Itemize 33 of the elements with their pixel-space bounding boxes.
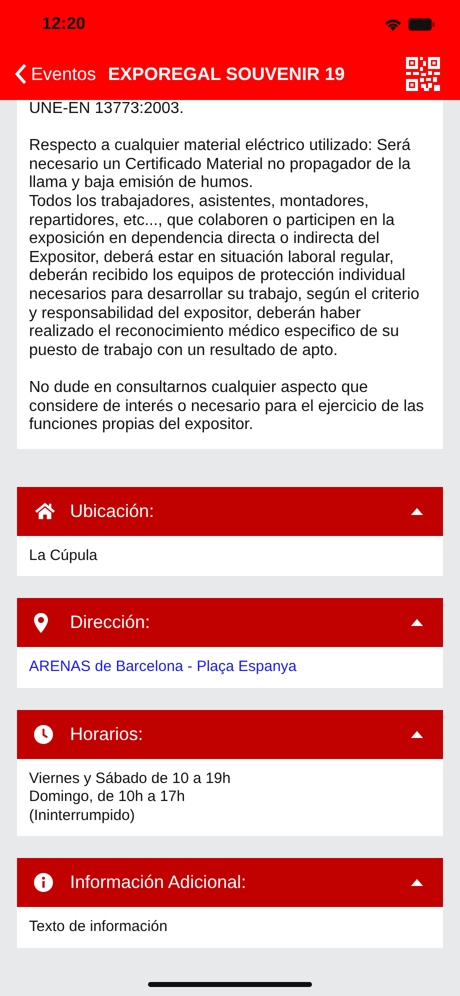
- back-button[interactable]: Eventos: [14, 63, 96, 85]
- home-icon: [34, 502, 56, 520]
- description-paragraph: No dude en consultarnos cualquier aspecto que considere de interés o necesario para el ejercicio de las funciones propias del expositor.: [29, 378, 425, 435]
- status-time: 12:20: [42, 14, 86, 34]
- section-text: Domingo, de 10h a 17h: [29, 788, 186, 807]
- section-header[interactable]: Ubicación:: [17, 486, 443, 536]
- wifi-icon: [384, 18, 402, 30]
- section-header[interactable]: Dirección:: [17, 598, 443, 648]
- section-text: Texto de información: [29, 918, 168, 937]
- description-paragraph: Todos los trabajadores, asistentes, montadores, repartidores, etc..., que colaboren o participen en la exposición en dependencia directa o indirecta del Expositor, deberá estar en situación laboral regular, deberán recibido los equipos de protección individual necesarios para desarrollar su trabajo, según el criterio y responsabilidad del expositor, deberán haber realizado el reconocimiento médico especifico de su puesto de trabajo con un resultado de apto.: [29, 192, 420, 360]
- clock-icon: [34, 724, 53, 744]
- caret-up-icon[interactable]: [411, 508, 423, 515]
- section-text: Viernes y Sábado de 10 a 19h: [29, 770, 232, 788]
- section-title: Dirección:: [70, 612, 152, 634]
- chevron-left-icon: [14, 63, 27, 85]
- section-text: (Ininterrumpido): [29, 806, 136, 826]
- qr-code-icon[interactable]: [406, 57, 440, 91]
- caret-up-icon[interactable]: [411, 730, 423, 738]
- section-header[interactable]: Información Adicional:: [17, 858, 443, 908]
- description-paragraph: Respecto a cualquier material eléctrico utilizado: Será necesario un Certificado Material no propagador de la llama y baja emisión de humos.: [29, 137, 412, 193]
- section-header[interactable]: Horarios:: [17, 710, 443, 759]
- description-paragraph: UNE-EN 13773:2003.: [29, 100, 185, 119]
- caret-up-icon[interactable]: [411, 879, 423, 886]
- section-title: Información Adicional:: [70, 872, 248, 894]
- address-link[interactable]: ARENAS de Barcelona - Plaça Espanya: [29, 658, 431, 677]
- section-title: Horarios:: [70, 724, 144, 745]
- battery-icon: [408, 18, 435, 30]
- section-text: La Cúpula: [29, 546, 98, 566]
- caret-up-icon[interactable]: [411, 619, 423, 626]
- location-pin-icon: [34, 612, 48, 633]
- info-icon: [34, 873, 53, 892]
- page-title: EXPOREGAL SOUVENIR 19: [108, 64, 346, 84]
- section-title: Ubicación:: [70, 500, 156, 522]
